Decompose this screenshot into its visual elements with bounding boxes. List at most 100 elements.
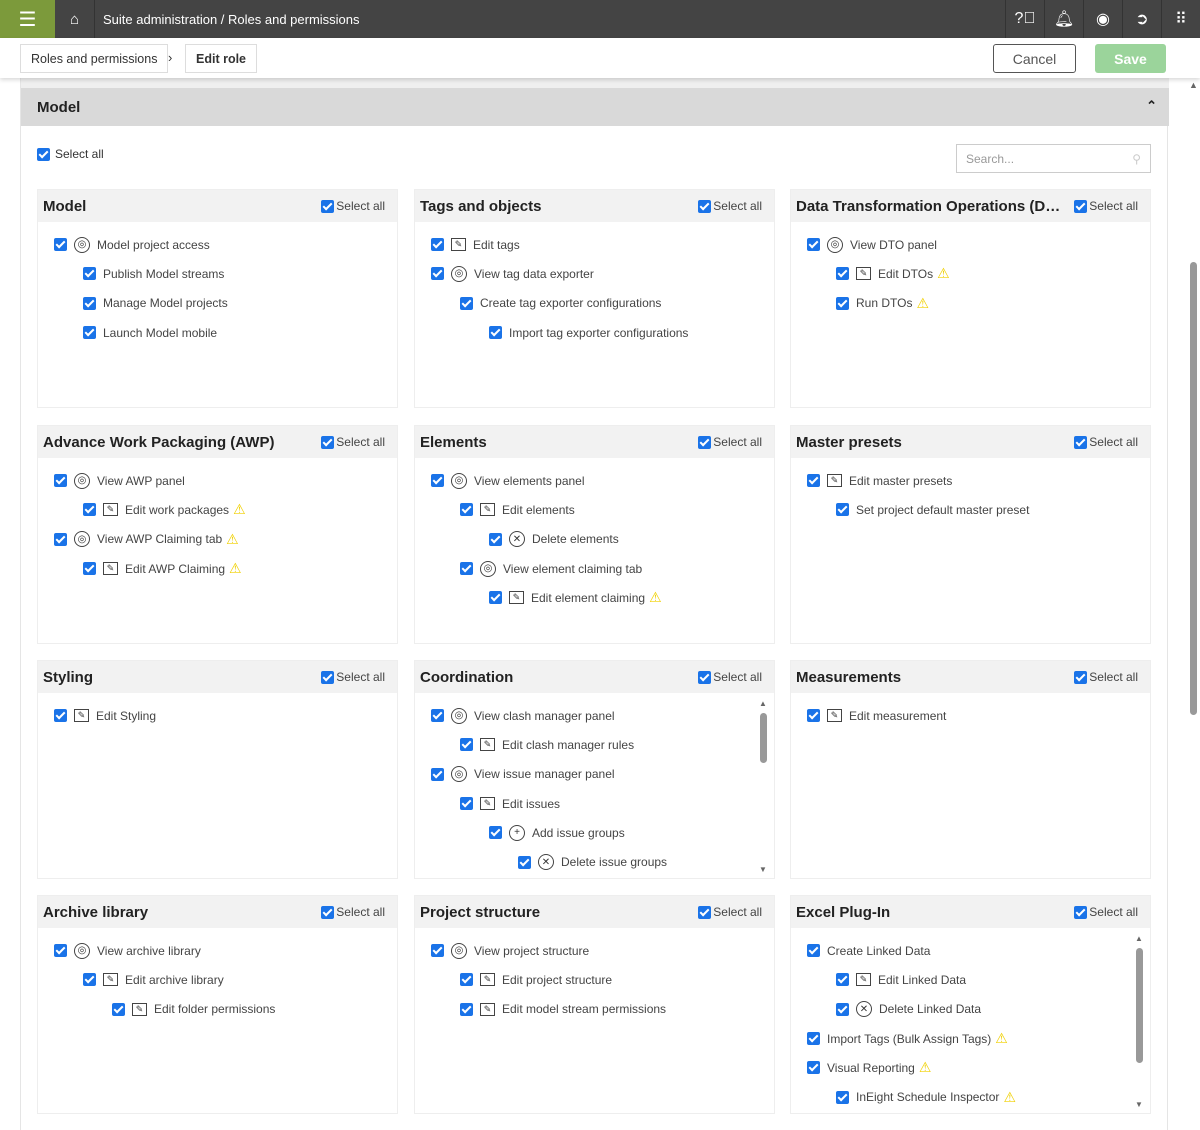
checkbox[interactable] <box>431 944 444 958</box>
permission-item[interactable]: ◎ View AWP panel <box>38 466 397 495</box>
checkbox[interactable] <box>489 826 502 840</box>
checkbox[interactable] <box>321 670 335 684</box>
permission-item[interactable]: ✎ Edit master presets <box>791 466 1150 495</box>
permission-item[interactable]: ◎ View tag data exporter <box>415 259 774 288</box>
permission-item[interactable]: ◎ View project structure <box>415 936 774 965</box>
checkbox[interactable] <box>836 1002 849 1016</box>
checkbox[interactable] <box>1074 199 1088 213</box>
checkbox[interactable] <box>83 973 96 987</box>
checkbox[interactable] <box>807 238 820 252</box>
checkbox[interactable] <box>807 1032 820 1046</box>
permission-item[interactable]: ◎ Model project access <box>38 230 397 259</box>
permission-item[interactable]: Visual Reporting ⚠ <box>791 1053 1150 1082</box>
signout-icon[interactable]: ➲ <box>1122 0 1161 38</box>
permission-item[interactable]: Create Linked Data <box>791 936 1150 965</box>
checkbox[interactable] <box>698 670 712 684</box>
checkbox[interactable] <box>807 474 820 488</box>
select-all-checkbox[interactable]: Select all <box>37 147 104 161</box>
card-select-all[interactable]: Select all <box>698 905 762 919</box>
checkbox[interactable] <box>54 709 67 723</box>
checkbox[interactable] <box>836 973 849 987</box>
permission-item[interactable]: ✎ Edit issues <box>415 789 774 818</box>
checkbox[interactable] <box>698 435 712 449</box>
permission-item[interactable]: ✎ Edit project structure <box>415 965 774 994</box>
checkbox[interactable] <box>37 147 50 161</box>
checkbox[interactable] <box>431 709 444 723</box>
permission-item[interactable]: ◎ View archive library <box>38 936 397 965</box>
checkbox[interactable] <box>518 855 531 869</box>
card-select-all[interactable]: Select all <box>321 435 385 449</box>
scroll-up-icon[interactable]: ▲ <box>1189 80 1198 90</box>
permission-item[interactable]: ◎ View clash manager panel <box>415 701 774 730</box>
permission-item[interactable]: Import tag exporter configurations <box>415 318 774 347</box>
checkbox[interactable] <box>460 562 473 576</box>
home-icon[interactable]: ⌂ <box>55 0 95 38</box>
checkbox[interactable] <box>1074 905 1088 919</box>
checkbox[interactable] <box>321 905 335 919</box>
permission-item[interactable]: ✎ Edit Linked Data <box>791 965 1150 994</box>
checkbox[interactable] <box>836 296 849 310</box>
checkbox[interactable] <box>321 435 335 449</box>
checkbox[interactable] <box>321 199 335 213</box>
permission-item[interactable]: ✕ Delete elements <box>415 525 774 554</box>
checkbox[interactable] <box>431 767 444 781</box>
checkbox[interactable] <box>460 797 473 811</box>
permission-item[interactable]: ✎ Edit tags <box>415 230 774 259</box>
permission-item[interactable]: ✎ Edit clash manager rules <box>415 730 774 759</box>
section-header[interactable]: Model ⌃ <box>21 88 1169 126</box>
cancel-button[interactable]: Cancel <box>993 44 1076 73</box>
checkbox[interactable] <box>431 267 444 281</box>
permission-item[interactable]: ✎ Edit model stream permissions <box>415 995 774 1024</box>
scroll-up-icon[interactable]: ▲ <box>759 699 767 708</box>
checkbox[interactable] <box>489 591 502 605</box>
permission-item[interactable]: Publish Model streams <box>38 259 397 288</box>
checkbox[interactable] <box>460 738 473 752</box>
checkbox[interactable] <box>1074 435 1088 449</box>
checkbox[interactable] <box>83 326 96 340</box>
checkbox[interactable] <box>112 1002 125 1016</box>
permission-item[interactable]: Manage Model projects <box>38 289 397 318</box>
card-select-all[interactable]: Select all <box>698 199 762 213</box>
checkbox[interactable] <box>489 326 502 340</box>
page-scrollbar[interactable]: ▲ <box>1188 78 1200 1130</box>
permission-item[interactable]: ✕ Delete Linked Data <box>791 995 1150 1024</box>
checkbox[interactable] <box>54 238 67 252</box>
checkbox[interactable] <box>1074 670 1088 684</box>
checkbox[interactable] <box>54 474 67 488</box>
checkbox[interactable] <box>698 905 712 919</box>
scroll-down-icon[interactable]: ▼ <box>759 865 767 874</box>
checkbox[interactable] <box>83 296 96 310</box>
checkbox[interactable] <box>836 267 849 281</box>
card-scrollbar[interactable]: ▲ ▼ <box>1135 934 1144 1109</box>
scroll-up-icon[interactable]: ▲ <box>1135 934 1143 943</box>
scroll-thumb[interactable] <box>760 713 767 763</box>
permission-item[interactable]: ✕ Delete issue groups <box>415 847 774 876</box>
card-select-all[interactable]: Select all <box>321 199 385 213</box>
card-select-all[interactable]: Select all <box>1074 435 1138 449</box>
checkbox[interactable] <box>489 532 502 546</box>
permission-item[interactable]: ◎ View issue manager panel <box>415 760 774 789</box>
permission-item[interactable]: ✎ Edit AWP Claiming ⚠ <box>38 554 397 583</box>
permission-item[interactable]: ✎ Edit archive library <box>38 965 397 994</box>
permission-item[interactable]: ◎ View AWP Claiming tab ⚠ <box>38 525 397 554</box>
permission-item[interactable]: Run DTOs ⚠ <box>791 289 1150 318</box>
checkbox[interactable] <box>460 973 473 987</box>
card-select-all[interactable]: Select all <box>698 435 762 449</box>
checkbox[interactable] <box>836 503 849 517</box>
permission-item[interactable]: ✎ Edit folder permissions <box>38 995 397 1024</box>
card-select-all[interactable]: Select all <box>698 670 762 684</box>
permission-item[interactable]: ✎ Edit elements <box>415 495 774 524</box>
permission-item[interactable]: InEight Schedule Inspector ⚠ <box>791 1082 1150 1111</box>
top-breadcrumb[interactable]: Suite administration / Roles and permiss… <box>103 12 360 27</box>
scroll-down-icon[interactable]: ▼ <box>1135 1100 1143 1109</box>
permission-item[interactable]: ◎ View elements panel <box>415 466 774 495</box>
help-icon[interactable]: ?⃝ <box>1005 0 1044 38</box>
permission-item[interactable]: ✎ Edit element claiming ⚠ <box>415 583 774 612</box>
checkbox[interactable] <box>431 474 444 488</box>
permission-item[interactable]: ✎ Edit Styling <box>38 701 397 730</box>
checkbox[interactable] <box>83 562 96 576</box>
checkbox[interactable] <box>83 503 96 517</box>
breadcrumb-roles[interactable]: Roles and permissions <box>20 44 169 73</box>
permission-item[interactable]: Create tag exporter configurations <box>415 289 774 318</box>
checkbox[interactable] <box>460 296 473 310</box>
